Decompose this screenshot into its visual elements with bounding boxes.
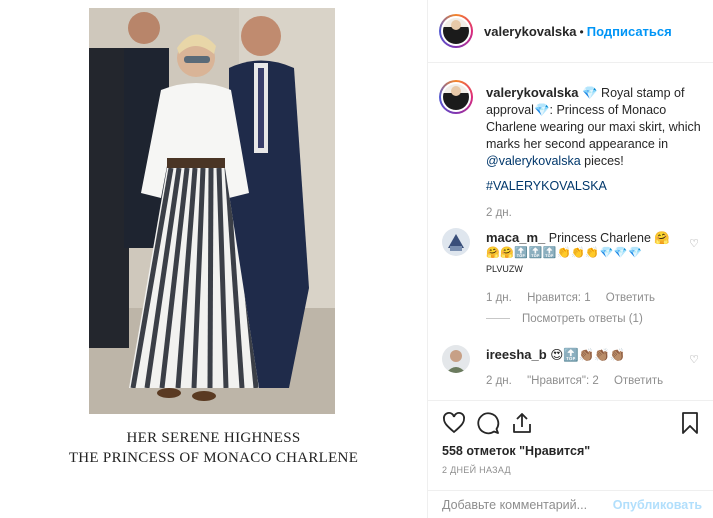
post-date[interactable]: 2 ДНЕЙ НАЗАД: [442, 465, 511, 475]
post-side-panel: valerykovalska • Подписаться valerykovalsk…: [427, 0, 713, 518]
comment-1-reply-button[interactable]: Ответить: [606, 292, 655, 304]
post-caption-line-2: THE PRINCESS OF MONACO CHARLENE: [68, 450, 359, 466]
caption-time[interactable]: 2 дн.: [486, 207, 512, 219]
caption-author-avatar[interactable]: [439, 80, 473, 114]
comment-1-text: Princess Charlene 🤗: [548, 231, 670, 245]
post-photo-illustration: [89, 8, 335, 414]
caption-text-end: pieces!: [580, 154, 624, 168]
small-heart-icon[interactable]: ♡: [689, 353, 699, 366]
post-actions: 558 отметок "Нравится" 2 ДНЕЙ НАЗАД: [428, 400, 713, 490]
share-icon[interactable]: [510, 411, 534, 435]
header-separator: •: [579, 25, 584, 39]
bookmark-icon[interactable]: [678, 411, 702, 435]
comment-2-text: 😍🔝👏🏽👏🏽👏🏽: [550, 348, 626, 362]
comment-bar: Опубликовать: [428, 490, 713, 518]
comment-1-time[interactable]: 1 дн.: [486, 292, 512, 304]
comment-1-likes[interactable]: Нравится: 1: [527, 292, 591, 304]
comment-1-username[interactable]: maca_m_: [486, 230, 545, 245]
heart-icon[interactable]: [442, 411, 466, 435]
post-caption-line-1: HER SERENE HIGHNESS: [126, 430, 301, 446]
post-photo: [89, 8, 335, 414]
view-replies-label: Посмотреть ответы (1): [522, 313, 643, 325]
comment-2-username[interactable]: ireesha_b: [486, 347, 547, 362]
comment-icon[interactable]: [476, 411, 500, 435]
comment-2-likes[interactable]: "Нравится": 2: [527, 375, 599, 387]
small-heart-icon[interactable]: ♡: [689, 237, 699, 250]
comment-1: maca_m_ Princess Charlene 🤗: [486, 229, 686, 247]
caption-username[interactable]: valerykovalska: [486, 85, 579, 100]
post-media: HER SERENE HIGHNESS THE PRINCESS OF MONA…: [0, 0, 427, 518]
publish-button[interactable]: Опубликовать: [613, 498, 702, 512]
author-avatar[interactable]: [439, 14, 473, 48]
comment-input[interactable]: [442, 498, 612, 512]
caption-hashtag-link[interactable]: #VALERYKOVALSKA: [486, 178, 607, 195]
comment-1-emoji-line: 🤗🤗🔝🔝🔝👏👏👏💎💎💎: [486, 247, 643, 259]
commenter-avatar-2[interactable]: [442, 345, 470, 373]
comment-1-meta: 1 дн. Нравится: 1 Ответить: [486, 292, 655, 304]
post-header: valerykovalska • Подписаться: [428, 0, 713, 63]
comment-2-time[interactable]: 2 дн.: [486, 375, 512, 387]
comment-1-extra: PLVUZW: [486, 264, 523, 274]
comment-2-reply-button[interactable]: Ответить: [614, 375, 663, 387]
header-username[interactable]: valerykovalska: [484, 24, 577, 39]
caption-mention-link[interactable]: @valerykovalska: [486, 154, 581, 168]
comment-2-meta: 2 дн. "Нравится": 2 Ответить: [486, 375, 663, 387]
comment-2: ireesha_b 😍🔝👏🏽👏🏽👏🏽: [486, 346, 625, 364]
likes-count[interactable]: 558 отметок "Нравится": [442, 444, 590, 458]
caption-comment: valerykovalska 💎 Royal stamp of approval…: [486, 84, 704, 170]
follow-button[interactable]: Подписаться: [587, 24, 672, 39]
view-replies-button[interactable]: Посмотреть ответы (1): [486, 313, 643, 325]
commenter-avatar-1[interactable]: [442, 228, 470, 256]
